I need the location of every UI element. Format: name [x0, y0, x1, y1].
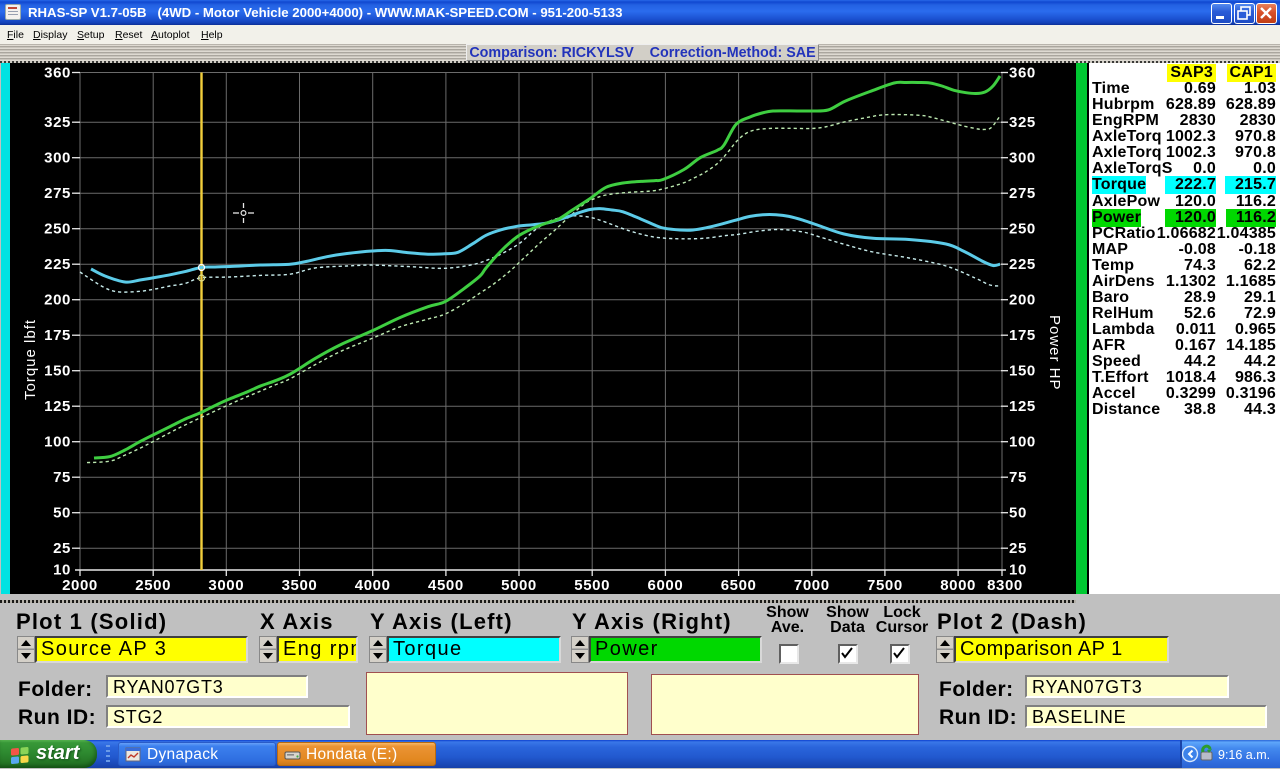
svg-text:100: 100: [1009, 434, 1036, 451]
svg-text:125: 125: [44, 398, 71, 415]
svg-text:300: 300: [44, 150, 71, 167]
svg-text:75: 75: [1009, 469, 1027, 486]
svg-text:150: 150: [44, 363, 71, 380]
svg-text:7000: 7000: [794, 577, 830, 594]
svg-text:10: 10: [1009, 562, 1027, 579]
svg-text:325: 325: [44, 114, 71, 131]
svg-text:Torque lbft: Torque lbft: [22, 319, 39, 400]
svg-text:325: 325: [1009, 114, 1036, 131]
svg-text:Power HP: Power HP: [1046, 315, 1063, 391]
svg-text:8000: 8000: [940, 577, 976, 594]
svg-text:175: 175: [44, 327, 71, 344]
svg-text:5000: 5000: [501, 577, 537, 594]
svg-text:3500: 3500: [282, 577, 318, 594]
svg-text:3000: 3000: [208, 577, 244, 594]
svg-text:250: 250: [1009, 221, 1036, 238]
svg-text:200: 200: [1009, 292, 1036, 309]
svg-text:6000: 6000: [648, 577, 684, 594]
svg-text:175: 175: [1009, 327, 1036, 344]
svg-text:360: 360: [44, 65, 71, 82]
svg-text:300: 300: [1009, 150, 1036, 167]
svg-text:125: 125: [1009, 398, 1036, 415]
svg-text:275: 275: [44, 185, 71, 202]
svg-text:6500: 6500: [721, 577, 757, 594]
svg-text:50: 50: [53, 505, 71, 522]
svg-text:150: 150: [1009, 363, 1036, 380]
svg-text:2000: 2000: [62, 577, 98, 594]
svg-text:75: 75: [53, 469, 71, 486]
svg-text:4500: 4500: [428, 577, 464, 594]
svg-text:25: 25: [1009, 540, 1027, 557]
svg-text:360: 360: [1009, 65, 1036, 82]
svg-text:225: 225: [44, 256, 71, 273]
svg-text:8300: 8300: [987, 577, 1023, 594]
svg-text:275: 275: [1009, 185, 1036, 202]
svg-text:5500: 5500: [574, 577, 610, 594]
svg-text:25: 25: [53, 540, 71, 557]
svg-text:200: 200: [44, 292, 71, 309]
svg-text:7500: 7500: [867, 577, 903, 594]
svg-text:10: 10: [53, 562, 71, 579]
svg-text:225: 225: [1009, 256, 1036, 273]
svg-text:250: 250: [44, 221, 71, 238]
svg-text:2500: 2500: [135, 577, 171, 594]
svg-text:50: 50: [1009, 505, 1027, 522]
svg-text:4000: 4000: [355, 577, 391, 594]
svg-text:100: 100: [44, 434, 71, 451]
